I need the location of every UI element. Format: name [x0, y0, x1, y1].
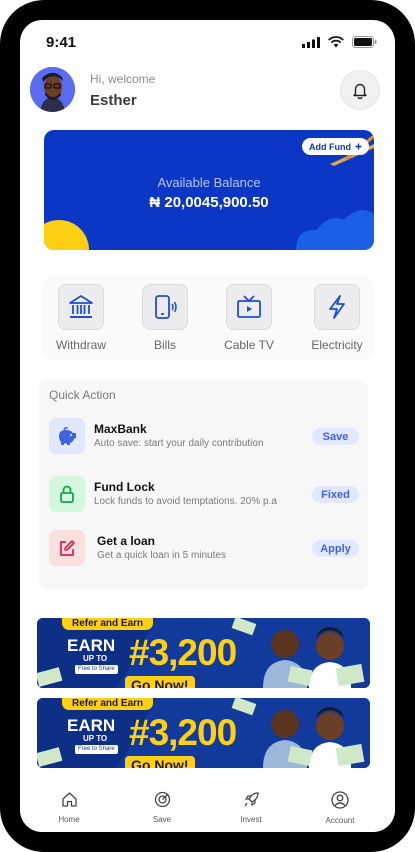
banner-earn: EARN [67, 716, 116, 735]
banner-up-to: UP TO [83, 654, 108, 663]
service-withdraw[interactable]: Withdraw [49, 284, 113, 352]
banner-amount: #3,200 [129, 712, 237, 753]
app-screen: 9:41 Hi, welcome Esther Available Balanc… [20, 20, 395, 832]
banner-free: Free to Share [75, 745, 118, 754]
add-fund-label: Add Fund [309, 141, 351, 152]
banner-free: Free to Share [75, 665, 118, 674]
target-icon [154, 791, 170, 808]
bank-icon [69, 295, 93, 318]
wifi-icon [328, 36, 344, 48]
tab-label: Account [325, 816, 355, 825]
refer-banner[interactable]: Refer and Earn EARN UP TO Free to Share … [37, 618, 370, 688]
banner-cta[interactable]: Go Now! [125, 676, 195, 688]
service-label: Bills [153, 338, 176, 352]
service-electricity[interactable]: Electricity [305, 284, 369, 352]
banner-tag: Refer and Earn [62, 618, 154, 630]
banner-earn: EARN [67, 636, 116, 655]
status-bar: 9:41 [20, 20, 395, 66]
tv-icon [237, 295, 261, 318]
tab-invest[interactable]: Invest [221, 791, 281, 824]
greeting-text: Hi, welcome [90, 72, 156, 86]
bell-icon [353, 83, 367, 99]
quick-action-title: Get a loan [97, 534, 156, 548]
quick-action-title: Quick Action [49, 388, 116, 402]
phone-icon [155, 295, 177, 319]
quick-action-loan[interactable]: Get a loan Get a quick loan in 5 minutes… [49, 530, 359, 568]
add-fund-button[interactable]: Add Fund [302, 138, 369, 155]
quick-action-fund-lock[interactable]: Fund Lock Lock funds to avoid temptation… [49, 476, 359, 514]
user-name: Esther [90, 92, 137, 109]
refer-banner[interactable]: Refer and Earn EARN UP TO Free to Share … [37, 698, 370, 768]
device-frame: 9:41 Hi, welcome Esther Available Balanc… [0, 0, 415, 852]
tab-bar: Home Save Invest Account [20, 783, 395, 832]
quick-action-subtitle: Get a quick loan in 5 minutes [97, 550, 226, 561]
quick-action-subtitle: Lock funds to avoid temptations. 20% p.a [94, 496, 277, 507]
apply-button[interactable]: Apply [312, 540, 359, 557]
plus-icon [355, 143, 362, 150]
balance-card: Available Balance ₦ 20,0045,900.50 Add F… [44, 130, 374, 250]
quick-action-subtitle: Auto save: start your daily contribution [94, 438, 264, 449]
banner-amount: #3,200 [129, 632, 237, 673]
status-icons [302, 36, 377, 48]
quick-action-panel: Quick Action MaxBank Auto save: start yo… [38, 380, 368, 590]
quick-action-title: Fund Lock [94, 480, 155, 494]
balance-amount: ₦ 20,0045,900.50 [149, 194, 269, 211]
quick-action-title: MaxBank [94, 422, 147, 436]
home-icon [61, 792, 77, 807]
service-label: Cable TV [224, 338, 274, 352]
lightning-icon [329, 295, 345, 319]
battery-icon [352, 36, 377, 48]
rocket-icon [243, 792, 259, 807]
user-icon [331, 791, 349, 809]
tab-label: Save [152, 815, 172, 824]
lock-icon [60, 485, 74, 503]
balance-label: Available Balance [157, 175, 261, 190]
service-label: Withdraw [55, 338, 106, 352]
tab-label: Invest [240, 815, 262, 824]
service-bills[interactable]: Bills [133, 284, 197, 352]
banner-cta[interactable]: Go Now! [125, 756, 195, 768]
edit-icon [60, 540, 75, 556]
banner-up-to: UP TO [83, 734, 108, 743]
service-cable-tv[interactable]: Cable TV [217, 284, 281, 352]
avatar-icon [30, 67, 75, 112]
quick-action-maxbank[interactable]: MaxBank Auto save: start your daily cont… [49, 418, 359, 456]
tab-account[interactable]: Account [310, 791, 370, 825]
piggy-bank-icon [59, 427, 76, 445]
signal-icon [302, 36, 320, 48]
tab-label: Home [58, 815, 80, 824]
fixed-button[interactable]: Fixed [312, 486, 359, 503]
services-panel: Withdraw Bills Cable TV Electricity [43, 276, 373, 360]
save-button[interactable]: Save [312, 428, 359, 445]
notification-button[interactable] [340, 70, 380, 110]
tab-save[interactable]: Save [132, 791, 192, 824]
banner-tag: Refer and Earn [62, 698, 154, 710]
tab-home[interactable]: Home [39, 791, 99, 824]
avatar[interactable] [30, 67, 75, 112]
status-time: 9:41 [46, 34, 77, 51]
service-label: Electricity [311, 338, 363, 352]
